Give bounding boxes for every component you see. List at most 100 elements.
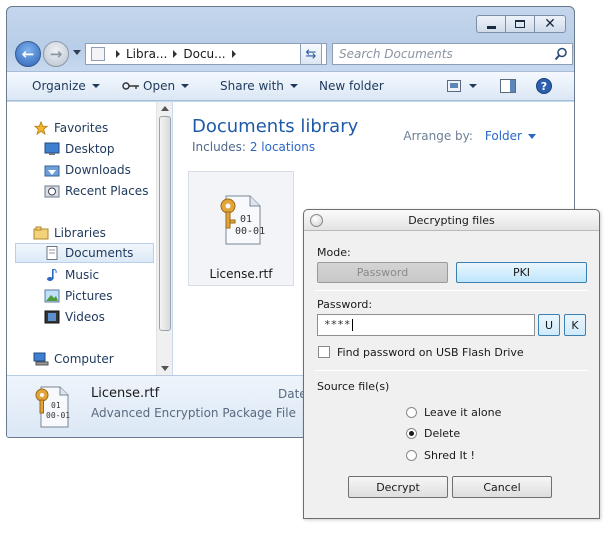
- mode-label: Mode:: [317, 246, 351, 259]
- chevron-down-icon: [528, 133, 536, 139]
- dialog-title: Decrypting files: [408, 214, 495, 227]
- radio-delete-label: Delete: [424, 427, 461, 440]
- back-button[interactable]: ←: [15, 41, 41, 67]
- svg-text:00-01: 00-01: [46, 411, 70, 420]
- search-icon[interactable]: [554, 47, 568, 61]
- address-row: ← → Libra... Docu... ⇆ Search Documents: [15, 41, 573, 69]
- chevron-down-icon: [91, 84, 100, 88]
- breadcrumb-separator-icon[interactable]: [116, 50, 120, 58]
- refresh-button[interactable]: ⇆: [300, 43, 322, 65]
- chevron-down-icon: [469, 84, 477, 88]
- separator: [314, 370, 589, 371]
- music-icon: [47, 268, 57, 281]
- breadcrumb-separator-icon[interactable]: [173, 50, 178, 58]
- svg-text:00-01: 00-01: [235, 226, 265, 237]
- nav-music[interactable]: Music: [44, 265, 99, 285]
- locations-link[interactable]: 2 locations: [250, 140, 315, 154]
- radio-shred-label: Shred It !: [424, 449, 475, 462]
- new-folder-button[interactable]: New folder: [319, 79, 384, 93]
- details-file-type: Advanced Encryption Package File: [91, 406, 296, 420]
- computer-icon: [33, 352, 49, 366]
- minimize-button[interactable]: [476, 15, 506, 33]
- address-bar[interactable]: Libra... Docu...: [85, 43, 327, 65]
- forward-arrow-icon: →: [49, 45, 63, 63]
- nav-videos[interactable]: Videos: [44, 307, 105, 327]
- password-field[interactable]: ****: [317, 314, 535, 336]
- nav-downloads[interactable]: Downloads: [44, 160, 131, 180]
- nav-libraries[interactable]: Libraries: [33, 223, 106, 243]
- minimize-icon: [486, 25, 496, 29]
- view-icon: [447, 80, 461, 92]
- breadcrumb-documents[interactable]: Docu...: [183, 47, 225, 61]
- mode-pki-button[interactable]: PKI: [456, 262, 587, 283]
- radio-delete[interactable]: [406, 428, 417, 439]
- maximize-icon: [515, 20, 525, 28]
- chevron-down-icon: [181, 84, 190, 88]
- desktop-icon: [44, 142, 60, 155]
- search-input[interactable]: Search Documents: [332, 43, 573, 65]
- radio-leave-alone[interactable]: [406, 407, 417, 418]
- forward-button[interactable]: →: [43, 41, 69, 67]
- downloads-folder-icon: [44, 165, 60, 177]
- arrange-by: Arrange by: Folder: [403, 129, 536, 143]
- preview-pane-icon: [500, 79, 516, 93]
- open-menu[interactable]: Open: [122, 79, 190, 93]
- libraries-icon: [33, 226, 49, 240]
- pictures-icon: [44, 289, 60, 303]
- scrollbar-thumb[interactable]: [159, 116, 171, 331]
- cancel-button[interactable]: Cancel: [452, 476, 552, 498]
- recent-pages-dropdown[interactable]: [73, 50, 81, 55]
- usb-password-label: Find password on USB Flash Drive: [337, 346, 524, 359]
- decrypt-button[interactable]: Decrypt: [348, 476, 448, 498]
- preview-pane-button[interactable]: [500, 79, 516, 93]
- scroll-down-icon[interactable]: [161, 366, 169, 371]
- usb-password-checkbox[interactable]: [318, 346, 330, 358]
- breadcrumb-separator-icon[interactable]: [231, 50, 236, 58]
- star-icon: [33, 121, 49, 135]
- organize-menu[interactable]: Organize: [32, 79, 100, 93]
- nav-favorites[interactable]: Favorites: [33, 118, 108, 138]
- details-file-name: License.rtf: [91, 386, 160, 401]
- help-button[interactable]: ?: [536, 78, 552, 94]
- navigation-pane: Favorites Desktop Downloads Recent Place…: [7, 102, 172, 375]
- command-bar: Organize Open Share with New folder ?: [7, 71, 574, 101]
- scroll-up-icon[interactable]: [161, 106, 169, 111]
- svg-text:01: 01: [240, 214, 252, 225]
- nav-documents[interactable]: Documents: [15, 243, 154, 263]
- chevron-down-icon: [289, 84, 298, 88]
- radio-shred[interactable]: [406, 450, 417, 461]
- encrypted-file-icon: 01 00-01: [35, 386, 70, 428]
- library-title: Documents library: [192, 116, 359, 137]
- recent-places-icon: [44, 185, 60, 198]
- refresh-icon: ⇆: [305, 46, 317, 62]
- videos-icon: [44, 310, 60, 324]
- documents-icon: [46, 246, 58, 260]
- file-item[interactable]: 01 00-01 License.rtf: [188, 171, 294, 286]
- svg-text:01: 01: [51, 401, 61, 410]
- key-icon: [122, 82, 139, 90]
- decrypting-files-dialog: Decrypting files Mode: Password PKI Pass…: [303, 209, 600, 519]
- file-name: License.rtf: [209, 267, 273, 281]
- includes-line: Includes: 2 locations: [192, 140, 316, 154]
- radio-leave-alone-label: Leave it alone: [424, 406, 502, 419]
- nav-recent-places[interactable]: Recent Places: [44, 181, 148, 201]
- share-with-menu[interactable]: Share with: [220, 79, 298, 93]
- close-button[interactable]: ✕: [534, 15, 566, 33]
- arrange-by-dropdown[interactable]: Folder: [485, 129, 536, 143]
- back-arrow-icon: ←: [21, 45, 35, 63]
- breadcrumb-libraries[interactable]: Libra...: [126, 47, 167, 61]
- change-view-button[interactable]: [447, 80, 477, 92]
- keyboard-button[interactable]: K: [564, 314, 586, 336]
- mode-password-button[interactable]: Password: [317, 262, 448, 283]
- nav-scrollbar[interactable]: [156, 102, 172, 375]
- nav-desktop[interactable]: Desktop: [44, 139, 115, 159]
- nav-computer[interactable]: Computer: [33, 349, 114, 369]
- dialog-titlebar[interactable]: Decrypting files: [304, 210, 599, 231]
- nav-pictures[interactable]: Pictures: [44, 286, 113, 306]
- usb-key-button[interactable]: U: [538, 314, 560, 336]
- password-label: Password:: [317, 298, 373, 311]
- maximize-button[interactable]: [505, 15, 535, 33]
- svg-text:?: ?: [541, 80, 547, 93]
- library-icon: [91, 47, 105, 61]
- close-icon: ✕: [544, 16, 556, 32]
